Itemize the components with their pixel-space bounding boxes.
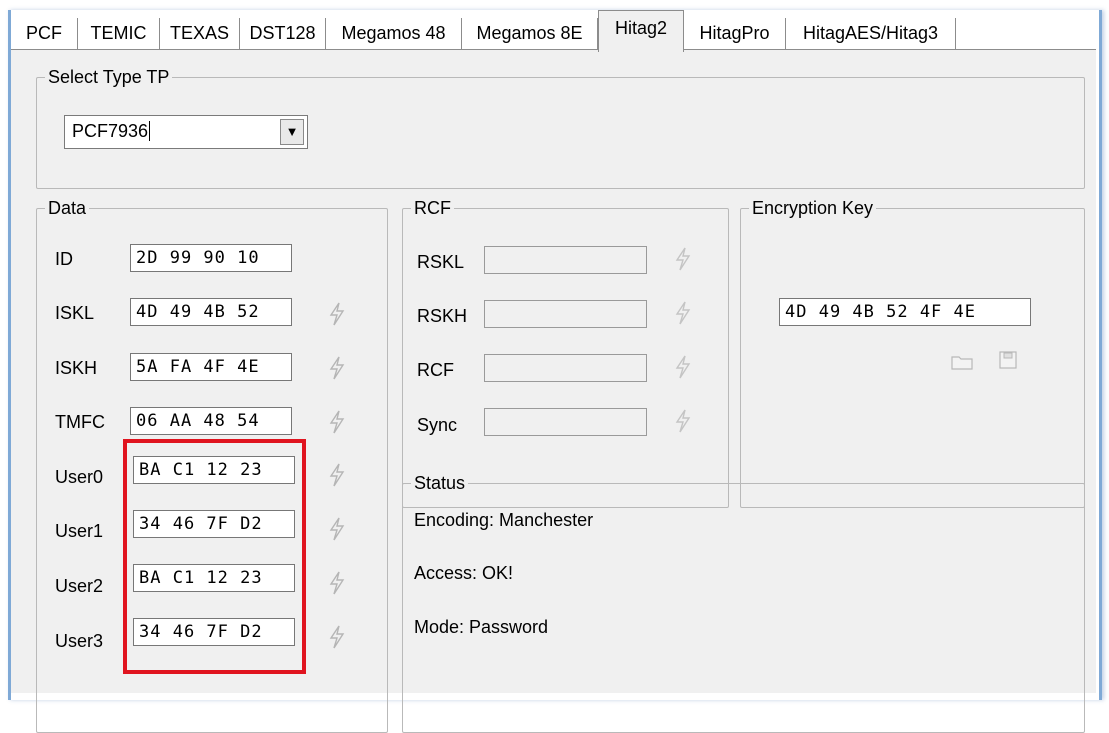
- rcf-group-title: RCF: [411, 197, 454, 219]
- rskl-field[interactable]: [484, 246, 647, 274]
- tab-megamos-8e[interactable]: Megamos 8E: [462, 18, 598, 49]
- label-rskh: RSKH: [417, 306, 468, 326]
- chevron-down-icon[interactable]: ▼: [280, 119, 304, 145]
- tab-texas[interactable]: TEXAS: [160, 18, 240, 49]
- tab-dst128[interactable]: DST128: [240, 18, 326, 49]
- write-user0-icon[interactable]: [326, 462, 348, 488]
- select-type-group: Select Type TP PCF7936 ▼: [36, 66, 1085, 189]
- status-mode: Mode: Password: [414, 617, 549, 637]
- id-field[interactable]: 2D 99 90 10: [130, 244, 292, 272]
- type-select-value: PCF7936: [72, 121, 151, 142]
- write-user1-icon[interactable]: [326, 516, 348, 542]
- label-user3: User3: [55, 631, 104, 651]
- tab-strip: PCF TEMIC TEXAS DST128 Megamos 48 Megamo…: [11, 10, 1096, 52]
- status-group-title: Status: [411, 472, 469, 494]
- data-group-title: Data: [45, 197, 90, 219]
- write-user2-icon[interactable]: [326, 570, 348, 596]
- tmfc-field[interactable]: 06 AA 48 54: [130, 407, 292, 435]
- rcf-field[interactable]: [484, 354, 647, 382]
- label-sync: Sync: [417, 415, 458, 435]
- write-rskl-icon[interactable]: [672, 246, 694, 272]
- text-caret: [149, 121, 151, 141]
- iskh-field[interactable]: 5A FA 4F 4E: [130, 353, 292, 381]
- write-rskh-icon[interactable]: [672, 300, 694, 326]
- label-iskl: ISKL: [55, 303, 95, 323]
- label-user1: User1: [55, 521, 104, 541]
- tab-hitag2[interactable]: Hitag2: [598, 10, 684, 52]
- user-fields-highlight: [123, 439, 306, 674]
- label-user0: User0: [55, 467, 104, 487]
- write-user3-icon[interactable]: [326, 624, 348, 650]
- tab-hitagaes-hitag3[interactable]: HitagAES/Hitag3: [786, 18, 956, 49]
- status-access: Access: OK!: [414, 563, 514, 583]
- save-icon[interactable]: [996, 350, 1020, 370]
- select-type-title: Select Type TP: [45, 66, 173, 88]
- write-tmfc-icon[interactable]: [326, 409, 348, 435]
- tab-pcf[interactable]: PCF: [11, 18, 78, 49]
- iskl-field[interactable]: 4D 49 4B 52: [130, 298, 292, 326]
- encryption-key-title: Encryption Key: [749, 197, 877, 219]
- write-rcf-icon[interactable]: [672, 354, 694, 380]
- label-id: ID: [55, 249, 73, 269]
- label-tmfc: TMFC: [55, 412, 105, 432]
- sync-field[interactable]: [484, 408, 647, 436]
- type-select[interactable]: PCF7936 ▼: [64, 115, 308, 149]
- write-iskh-icon[interactable]: [326, 355, 348, 381]
- label-iskh: ISKH: [55, 358, 98, 378]
- write-iskl-icon[interactable]: [326, 301, 348, 327]
- folder-icon[interactable]: [950, 352, 974, 372]
- rskh-field[interactable]: [484, 300, 647, 328]
- encryption-key-group: Encryption Key: [740, 197, 1085, 508]
- label-user2: User2: [55, 576, 104, 596]
- encryption-key-field[interactable]: 4D 49 4B 52 4F 4E: [779, 298, 1031, 326]
- status-encoding: Encoding: Manchester: [414, 510, 594, 530]
- type-select-text: PCF7936: [72, 121, 149, 141]
- tab-hitagpro[interactable]: HitagPro: [684, 18, 786, 49]
- tab-megamos-48[interactable]: Megamos 48: [326, 18, 462, 49]
- label-rcf: RCF: [417, 360, 454, 380]
- write-sync-icon[interactable]: [672, 408, 694, 434]
- tab-temic[interactable]: TEMIC: [78, 18, 160, 49]
- label-rskl: RSKL: [417, 252, 465, 272]
